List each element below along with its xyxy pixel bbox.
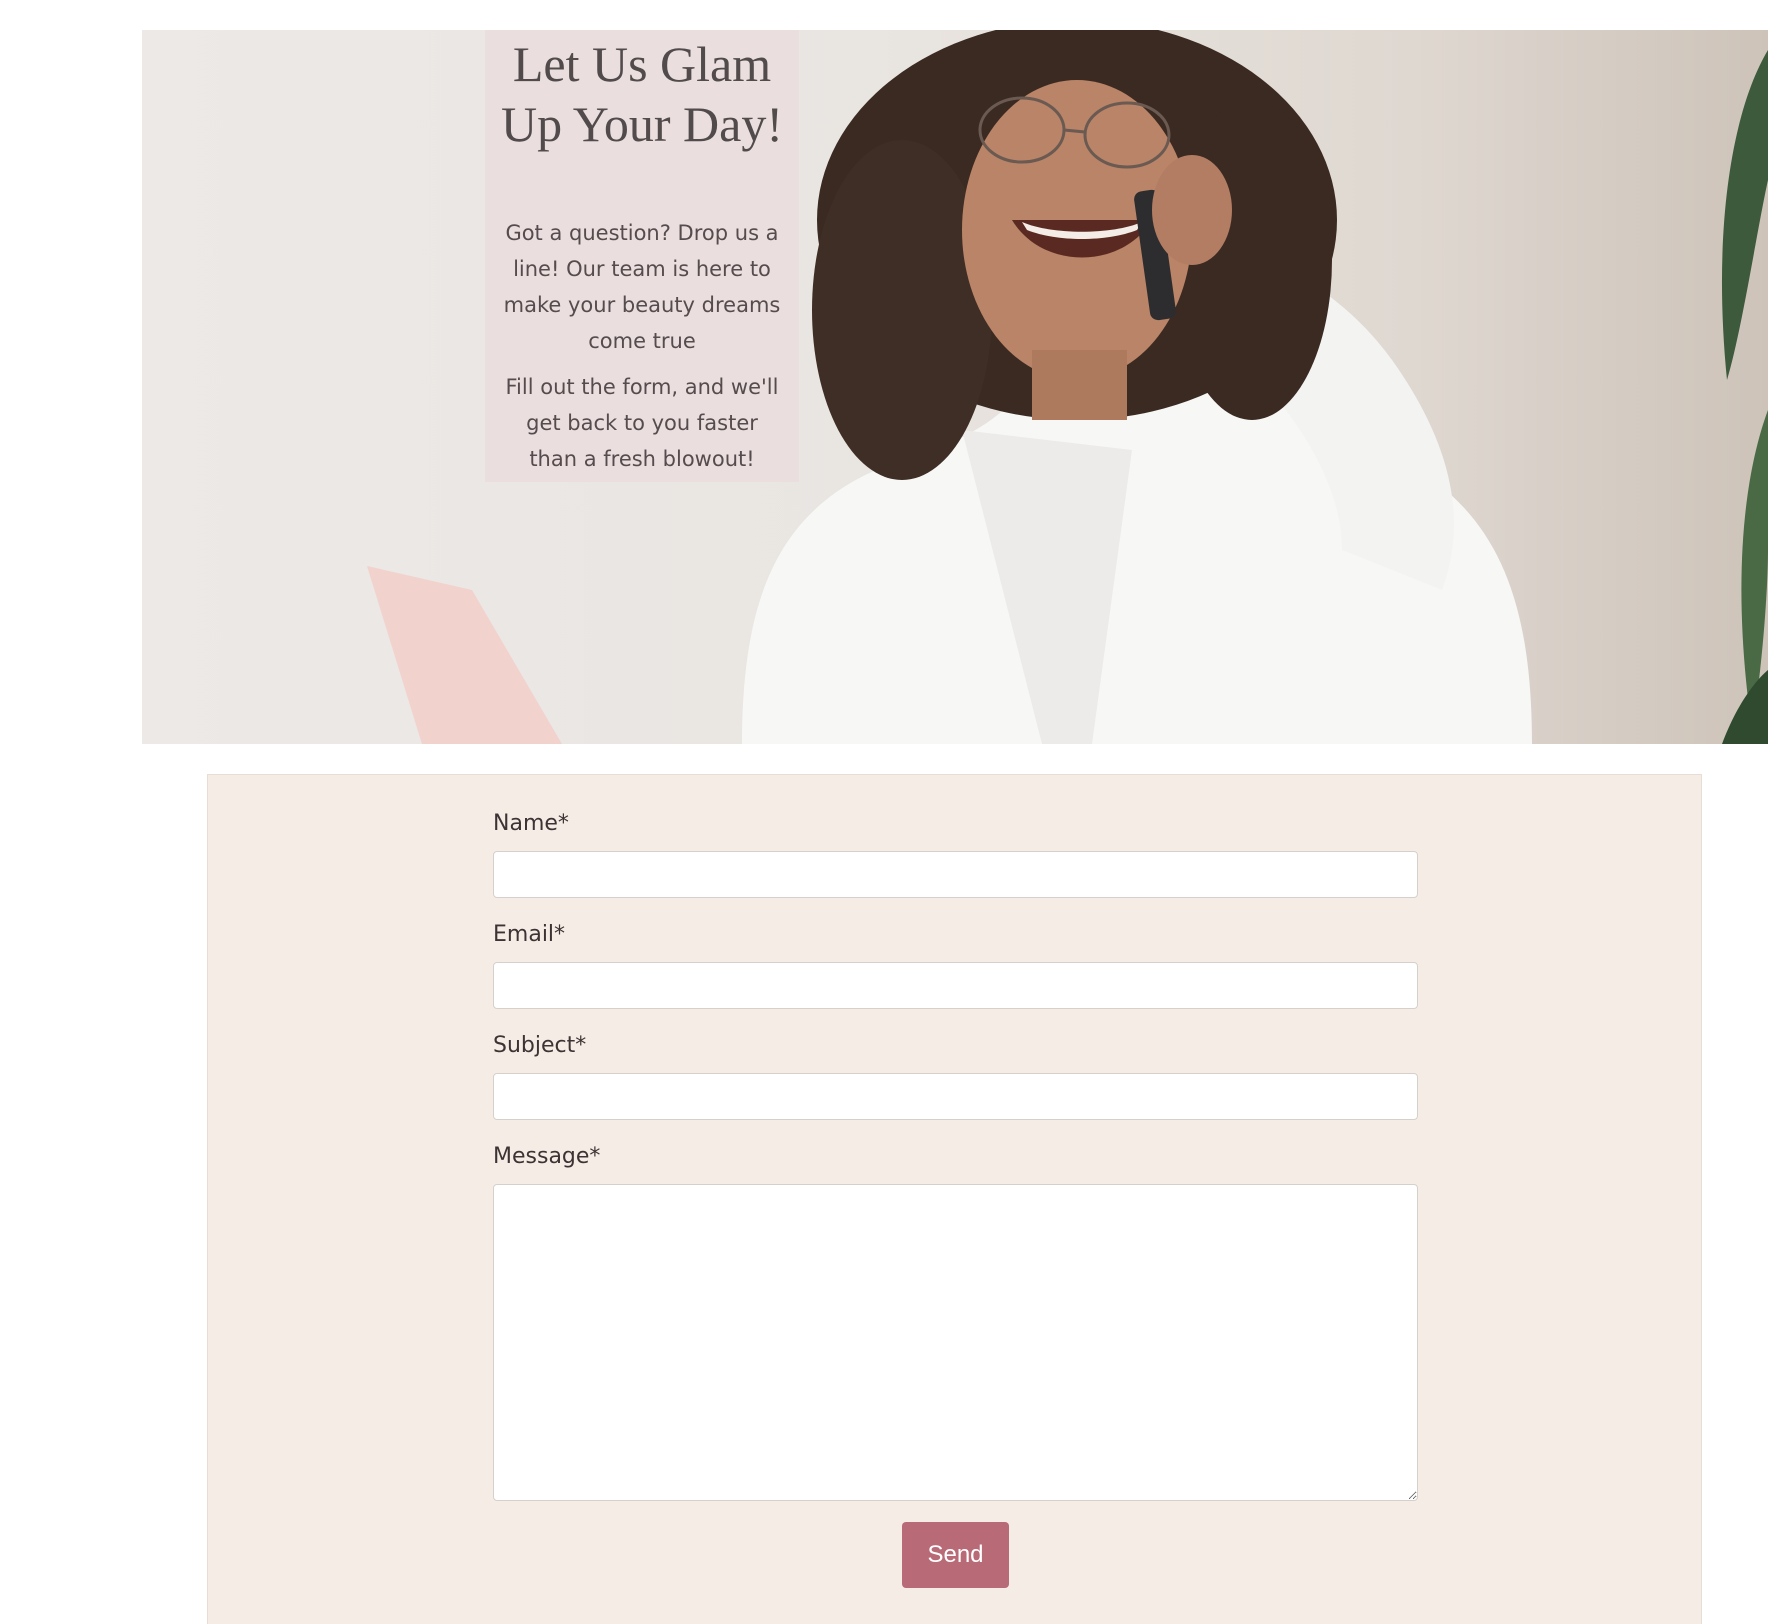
plant-leaf xyxy=(1721,50,1768,380)
email-field[interactable] xyxy=(493,962,1418,1009)
hero-description-secondary: Fill out the form, and we'll get back to… xyxy=(505,375,779,471)
hero-description: Got a question? Drop us a line! Our team… xyxy=(503,221,781,353)
contact-form-panel: Name* Email* Subject* Message* Send xyxy=(207,774,1702,1624)
send-button[interactable]: Send xyxy=(902,1522,1009,1588)
plant-leaf xyxy=(1722,670,1768,744)
hero-section: Let Us Glam Up Your Day! Got a question?… xyxy=(142,30,1768,744)
subject-label: Subject* xyxy=(493,1033,587,1058)
send-button-wrapper: Send xyxy=(493,1522,1418,1588)
name-label: Name* xyxy=(493,811,569,836)
message-label: Message* xyxy=(493,1144,601,1169)
hero-text-panel: Let Us Glam Up Your Day! Got a question?… xyxy=(485,30,799,482)
subject-field[interactable] xyxy=(493,1073,1418,1120)
contact-form: Name* Email* Subject* Message* Send xyxy=(493,809,1418,1588)
laptop-shape xyxy=(367,566,562,744)
email-label: Email* xyxy=(493,922,566,947)
hero-title: Let Us Glam Up Your Day! xyxy=(501,36,783,152)
name-field[interactable] xyxy=(493,851,1418,898)
message-field[interactable] xyxy=(493,1184,1418,1501)
hero-photo xyxy=(367,30,1768,744)
